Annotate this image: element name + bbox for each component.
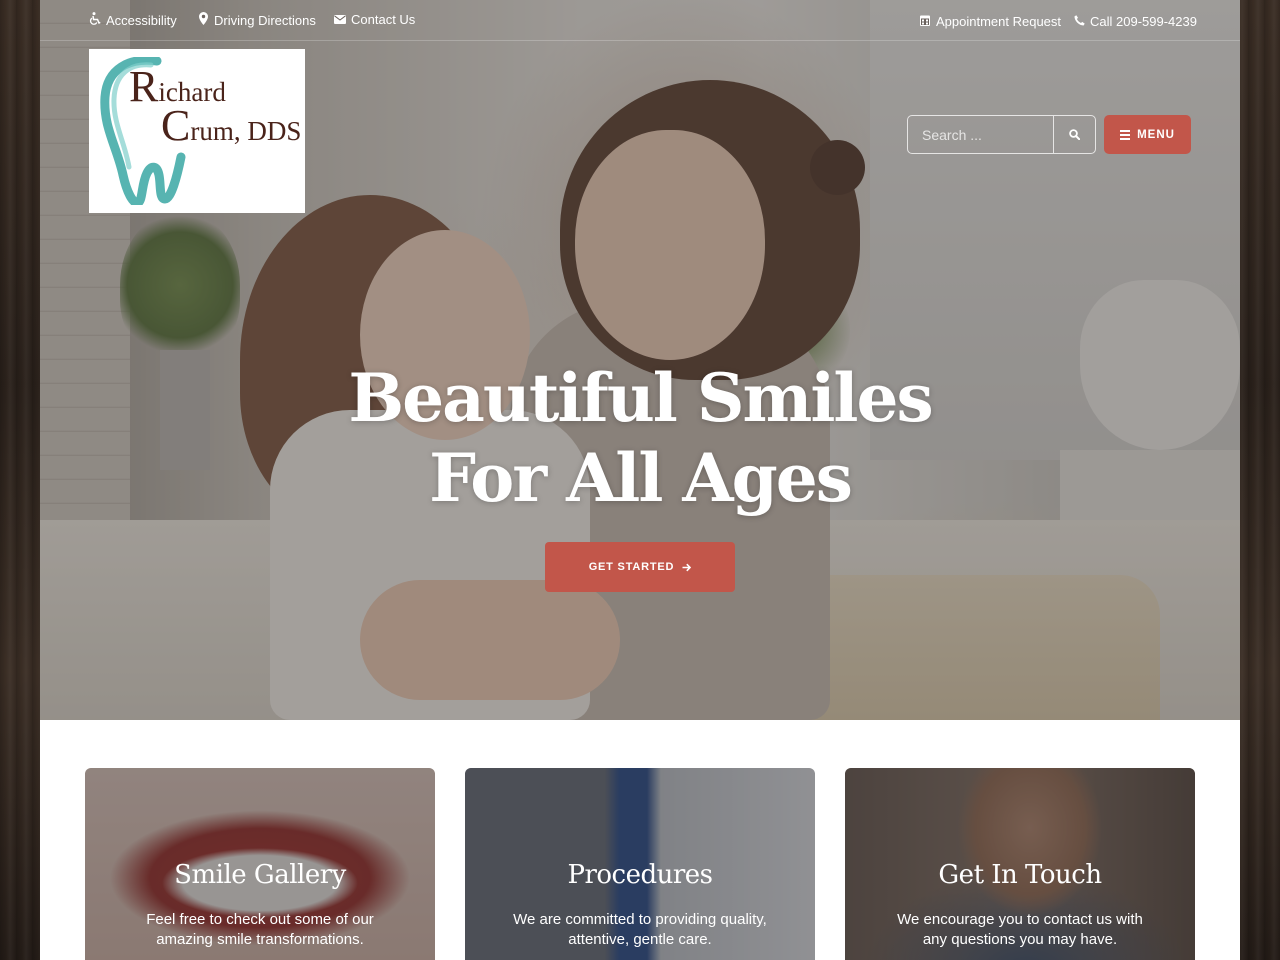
- smile-gallery-card[interactable]: Smile Gallery Feel free to check out som…: [85, 768, 435, 960]
- appointment-request-label: Appointment Request: [936, 14, 1062, 29]
- page: Accessibility Driving Directions Contact…: [40, 0, 1240, 960]
- search-button[interactable]: [1053, 116, 1095, 153]
- menu-label: MENU: [1137, 128, 1175, 141]
- call-link[interactable]: Call 209-599-4239: [1073, 14, 1197, 29]
- arrow-right-icon: [682, 563, 692, 571]
- driving-directions-link[interactable]: Driving Directions: [197, 12, 316, 28]
- search-input[interactable]: [908, 116, 1053, 153]
- logo-initial-c: C: [161, 101, 191, 150]
- card-description: We encourage you to contact us with any …: [897, 911, 1143, 948]
- appointment-request-link[interactable]: Appointment Request: [919, 14, 1061, 29]
- hero-headline-line1: Beautiful Smiles: [348, 359, 933, 437]
- logo-text-crum-dds: rum, DDS: [190, 116, 302, 146]
- envelope-icon: [334, 13, 346, 27]
- card-title: Procedures: [567, 860, 713, 890]
- logo-initial-r: R: [129, 62, 159, 111]
- search-form: [907, 115, 1096, 154]
- get-started-button[interactable]: GET STARTED: [545, 542, 735, 592]
- card-title: Get In Touch: [938, 860, 1102, 890]
- menu-button[interactable]: MENU: [1104, 115, 1191, 154]
- card-description: Feel free to check out some of our amazi…: [146, 911, 374, 948]
- get-in-touch-card[interactable]: Get In Touch We encourage you to contact…: [845, 768, 1195, 960]
- get-started-label: GET STARTED: [588, 561, 675, 573]
- accessibility-label: Accessibility: [106, 12, 177, 28]
- accessibility-link[interactable]: Accessibility: [89, 12, 177, 28]
- practice-logo[interactable]: Richard Crum, DDS: [89, 49, 305, 213]
- driving-directions-label: Driving Directions: [214, 12, 316, 28]
- map-marker-icon: [197, 12, 209, 28]
- utility-bar: Accessibility Driving Directions Contact…: [40, 0, 1240, 41]
- card-title: Smile Gallery: [174, 860, 346, 890]
- hamburger-icon: [1120, 129, 1131, 140]
- logo-text-line2: Crum, DDS: [161, 104, 301, 148]
- contact-us-label: Contact Us: [351, 12, 416, 27]
- card-description: We are committed to providing quality, a…: [513, 911, 767, 948]
- hero-headline-line2: For All Ages: [429, 439, 853, 517]
- hero-section: Accessibility Driving Directions Contact…: [40, 0, 1240, 720]
- wheelchair-icon: [89, 12, 101, 28]
- search-icon: [1069, 129, 1080, 140]
- calendar-icon: [919, 14, 931, 29]
- call-label: Call 209-599-4239: [1090, 14, 1197, 29]
- procedures-card[interactable]: Procedures We are committed to providing…: [465, 768, 815, 960]
- hero-headline: Beautiful Smiles For All Ages: [40, 358, 1240, 518]
- contact-us-link[interactable]: Contact Us: [334, 12, 415, 27]
- phone-icon: [1073, 14, 1085, 29]
